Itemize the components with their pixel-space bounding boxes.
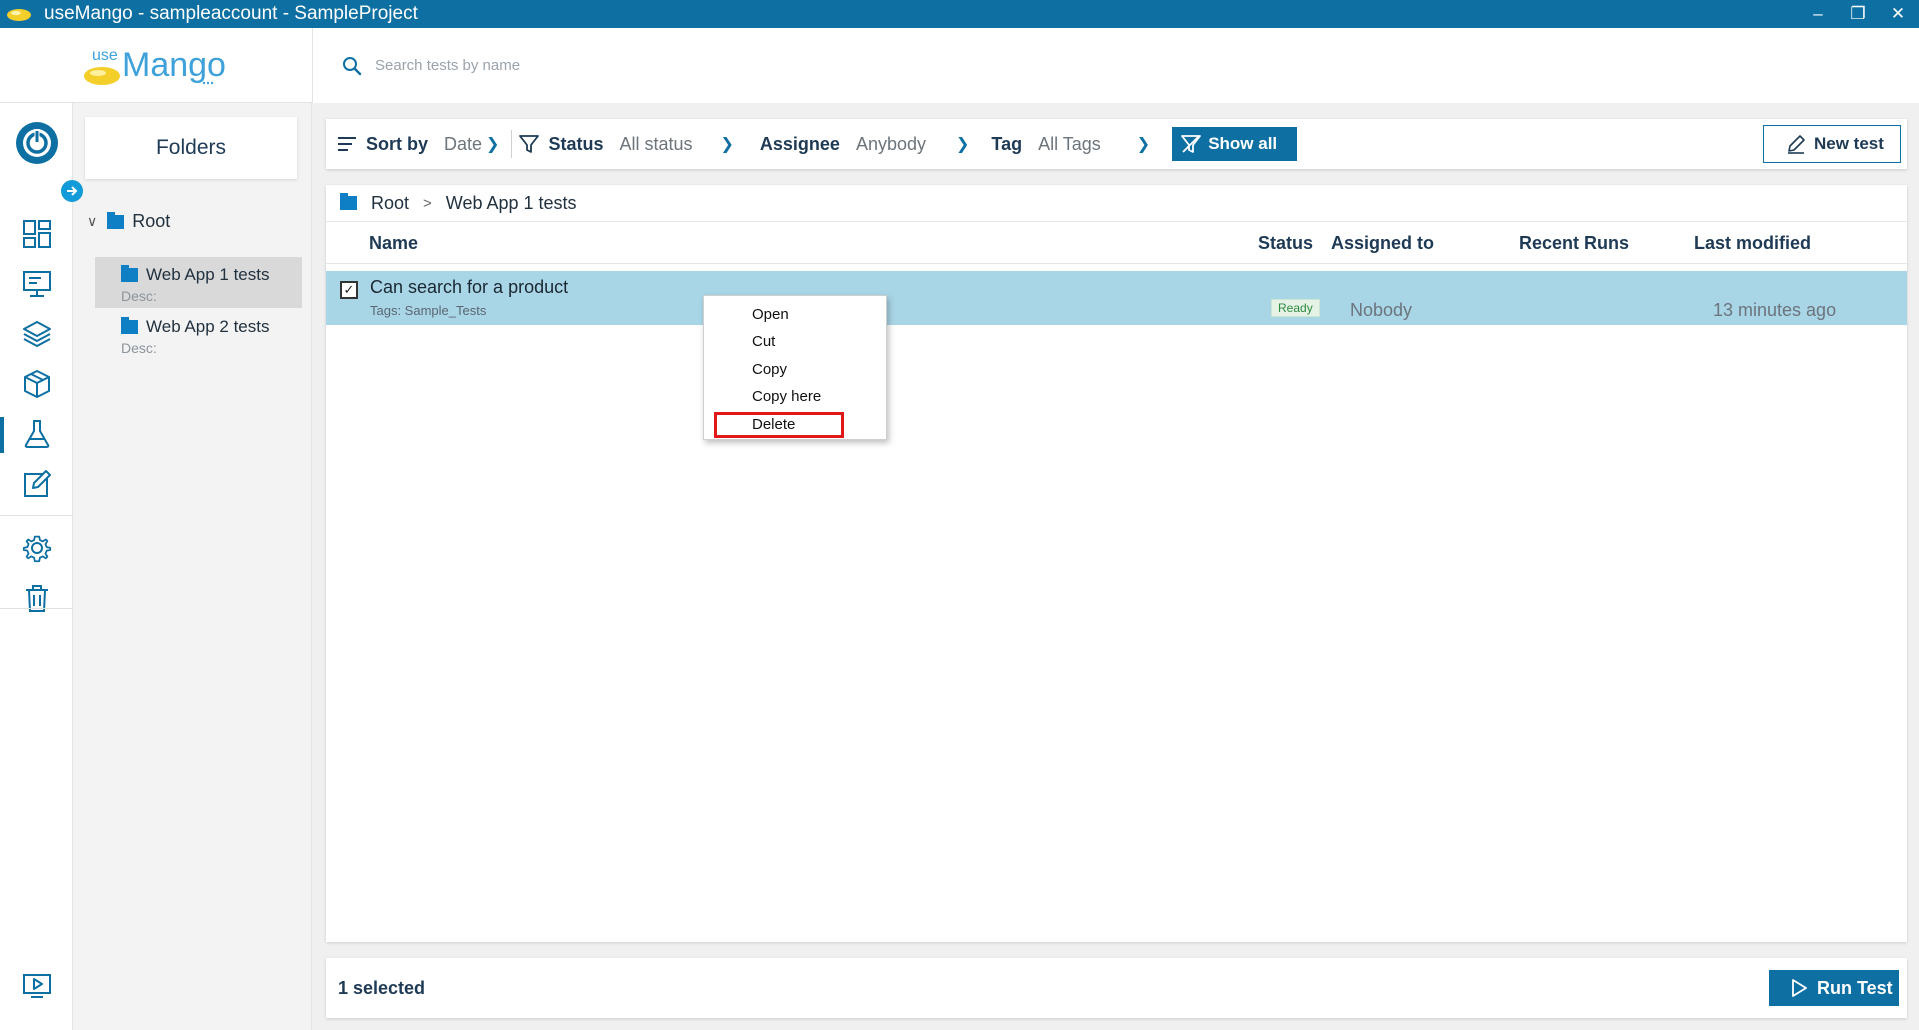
tree-item-web-app-1[interactable]: Web App 1 tests Desc:: [95, 257, 302, 308]
folder-icon: [107, 211, 125, 229]
test-tags: Tags: Sample_Tests: [370, 303, 487, 318]
status-label: Status: [548, 133, 604, 154]
menu-item-copy-here[interactable]: Copy here: [704, 383, 888, 409]
trash-icon[interactable]: [0, 575, 73, 621]
logo-header: use Mango: [0, 28, 312, 103]
assignee-label: Assignee: [759, 133, 840, 154]
title-bar: useMango - sampleaccount - SampleProject…: [0, 0, 1919, 28]
settings-icon[interactable]: [0, 525, 73, 571]
table-row[interactable]: ✓ Can search for a product Tags: Sample_…: [326, 271, 1907, 325]
search-header: [312, 28, 1919, 103]
restore-icon[interactable]: ❐: [1847, 3, 1869, 25]
tree-item-desc: Desc:: [121, 288, 157, 304]
logo-name: Mango: [122, 46, 226, 84]
mango-logo-icon: [7, 9, 31, 21]
sort-label: Sort by: [366, 133, 429, 154]
chevron-down-icon[interactable]: ❯: [1137, 134, 1150, 154]
usemango-logo: use Mango: [83, 46, 226, 85]
status-badge: Ready: [1271, 299, 1320, 317]
minimize-icon[interactable]: –: [1807, 3, 1829, 25]
chevron-down-icon[interactable]: ❯: [486, 134, 499, 154]
col-header-last-modified[interactable]: Last modified: [1694, 233, 1811, 254]
tree-item-label: Web App 1 tests: [146, 265, 270, 284]
filter-clear-icon: [1181, 135, 1202, 153]
cube-icon[interactable]: [0, 361, 73, 407]
breadcrumb-separator-icon: >: [423, 194, 432, 212]
sort-icon: [338, 137, 356, 151]
arrow-right-icon: [67, 186, 78, 196]
new-test-button[interactable]: New test: [1763, 125, 1901, 163]
window-controls: – ❐ ✕: [1807, 3, 1909, 25]
chevron-down-icon[interactable]: ∨: [87, 213, 97, 230]
selected-count: 1 selected: [338, 977, 426, 998]
tree-item-label: Web App 2 tests: [146, 317, 270, 336]
sort-select[interactable]: Date: [444, 134, 482, 155]
col-header-name[interactable]: Name: [369, 233, 418, 254]
tree-root[interactable]: ∨ Root: [87, 211, 170, 232]
pencil-icon: [1788, 135, 1805, 154]
screen-play-icon[interactable]: [0, 963, 73, 1009]
tree-root-label: Root: [132, 211, 171, 231]
close-icon[interactable]: ✕: [1887, 3, 1909, 25]
folder-icon: [121, 265, 138, 282]
status-select[interactable]: All status: [619, 134, 692, 155]
dashboard-icon[interactable]: [0, 211, 73, 257]
test-list-panel: Root > Web App 1 tests Name Status Assig…: [326, 185, 1907, 942]
menu-item-cut[interactable]: Cut: [704, 328, 888, 354]
col-header-recent-runs[interactable]: Recent Runs: [1519, 233, 1629, 254]
run-test-label: Run Test: [1817, 977, 1893, 998]
menu-item-delete[interactable]: Delete: [704, 411, 888, 437]
folders-header: Folders: [85, 117, 297, 179]
edit-icon[interactable]: [0, 461, 73, 507]
breadcrumb-current[interactable]: Web App 1 tests: [446, 193, 577, 214]
filter-bar: Sort by Date ❯ Status All status ❯ Assig…: [326, 119, 1907, 169]
collapse-panel-button[interactable]: [61, 180, 83, 202]
test-name: Can search for a product: [370, 277, 569, 297]
tree-item-web-app-2[interactable]: Web App 2 tests Desc:: [95, 309, 302, 360]
chevron-down-icon[interactable]: ❯: [956, 134, 969, 154]
context-menu: Open Cut Copy Copy here Delete: [703, 295, 887, 440]
new-test-label: New test: [1814, 134, 1884, 153]
tag-label: Tag: [991, 133, 1023, 154]
flask-icon[interactable]: [0, 411, 73, 457]
col-header-status[interactable]: Status: [1258, 233, 1313, 254]
folders-panel: Folders ∨ Root Web App 1 tests Desc: Web…: [73, 103, 312, 1030]
run-test-button[interactable]: Run Test: [1769, 970, 1899, 1006]
last-modified: 13 minutes ago: [1713, 300, 1837, 320]
assignee-select[interactable]: Anybody: [856, 134, 926, 155]
menu-item-open[interactable]: Open: [704, 301, 888, 327]
folder-icon: [121, 317, 138, 334]
breadcrumb: Root > Web App 1 tests: [326, 185, 1907, 222]
row-checkbox[interactable]: ✓: [340, 281, 358, 299]
bottom-bar: 1 selected Run Test: [326, 958, 1907, 1018]
show-all-button[interactable]: Show all: [1172, 127, 1298, 161]
tag-select[interactable]: All Tags: [1038, 134, 1101, 155]
assigned-to: Nobody: [1350, 300, 1413, 320]
folder-icon: [340, 193, 357, 210]
window-title: useMango - sampleaccount - SampleProject: [44, 3, 418, 24]
power-icon[interactable]: [0, 115, 73, 171]
search-input[interactable]: [375, 57, 975, 74]
col-header-assigned[interactable]: Assigned to: [1331, 233, 1434, 254]
show-all-label: Show all: [1208, 134, 1278, 153]
filter-icon: [519, 135, 540, 153]
menu-item-copy[interactable]: Copy: [704, 356, 888, 382]
layers-icon[interactable]: [0, 311, 73, 357]
breadcrumb-root[interactable]: Root: [371, 193, 409, 214]
monitor-icon[interactable]: [0, 261, 73, 307]
icon-rail: [0, 103, 73, 1030]
chevron-down-icon[interactable]: ❯: [721, 134, 734, 154]
play-icon: [1792, 979, 1807, 997]
logo-prefix: use: [92, 47, 118, 64]
tree-item-desc: Desc:: [121, 340, 157, 356]
search-icon: [343, 56, 362, 75]
table-header: Name Status Assigned to Recent Runs Last…: [326, 222, 1907, 264]
